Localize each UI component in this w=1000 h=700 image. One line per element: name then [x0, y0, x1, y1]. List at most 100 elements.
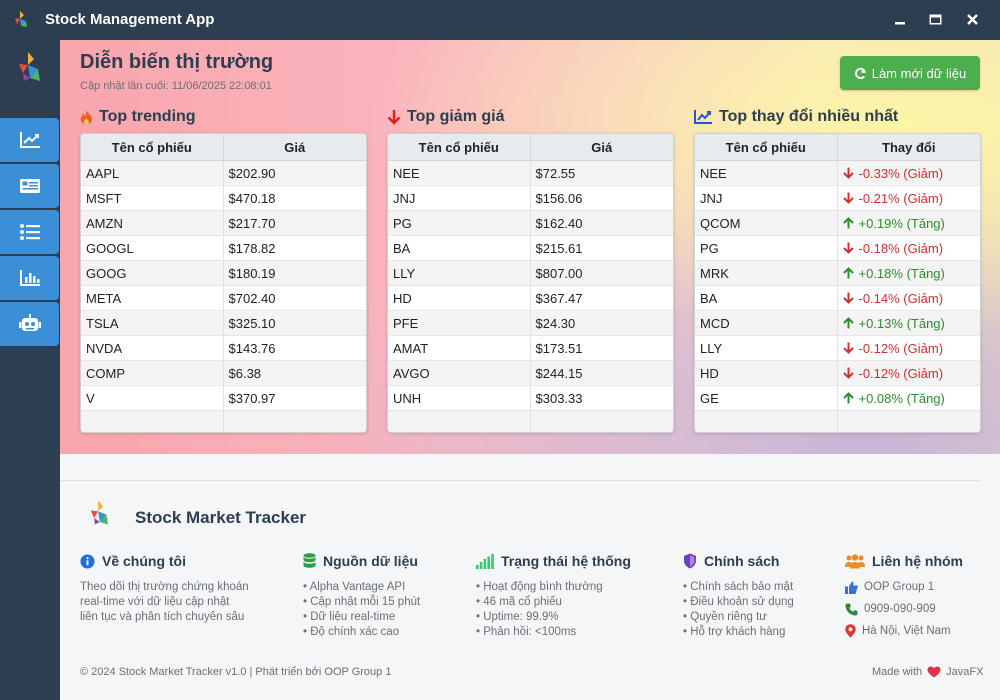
refresh-button[interactable]: Làm mới dữ liệu [840, 56, 980, 90]
footer-status-heading: Trạng thái hệ thống [476, 552, 631, 570]
contact-phone[interactable]: 0909-090-909 [845, 598, 963, 620]
trending-title: Top trending [99, 108, 196, 125]
footer-contact-title: Liên hệ nhóm [872, 553, 963, 569]
fire-icon [80, 108, 92, 124]
table-row[interactable]: AVGO $244.15 [388, 361, 673, 386]
table-row[interactable]: GOOG $180.19 [81, 261, 366, 286]
symbol-cell: COMP [81, 361, 224, 385]
table-row[interactable]: PG -0.18% (Giảm) [695, 236, 980, 261]
nav-chatbot-button[interactable] [0, 302, 59, 346]
refresh-label: Làm mới dữ liệu [871, 65, 967, 81]
table-row[interactable]: GE +0.08% (Tăng) [695, 386, 980, 411]
table-row[interactable]: AAPL $202.90 [81, 161, 366, 186]
policy-link[interactable]: • Điều khoản sử dụng [683, 595, 794, 610]
change-cell: +0.13% (Tăng) [838, 311, 981, 335]
status-line: • Hoạt động bình thường [476, 581, 603, 593]
table-row[interactable]: NEE -0.33% (Giảm) [695, 161, 980, 186]
table-row[interactable]: QCOM +0.19% (Tăng) [695, 211, 980, 236]
app-title: Stock Management App [45, 11, 215, 28]
column-header[interactable]: Tên cổ phiếu [81, 134, 224, 160]
policy-link[interactable]: • Chính sách bảo mật [683, 580, 794, 595]
arrow-up-icon [842, 317, 854, 329]
policy-link[interactable]: • Quyền riêng tư [683, 610, 794, 625]
table-row[interactable]: UNH $303.33 [388, 386, 673, 411]
contact-phone-text: 0909-090-909 [864, 603, 936, 615]
table-row[interactable]: V $370.97 [81, 386, 366, 411]
line-chart-icon [19, 132, 40, 148]
table-row[interactable]: MRK +0.18% (Tăng) [695, 261, 980, 286]
footer-status-title: Trạng thái hệ thống [501, 553, 631, 569]
table-row[interactable]: JNJ -0.21% (Giảm) [695, 186, 980, 211]
column-header[interactable]: Tên cổ phiếu [695, 134, 838, 160]
nav-market-button[interactable] [0, 118, 59, 162]
minimize-button[interactable] [889, 8, 911, 30]
close-button[interactable] [961, 8, 983, 30]
symbol-cell: NEE [388, 161, 531, 185]
footer-contact-heading: Liên hệ nhóm [845, 552, 963, 570]
table-row[interactable]: BA -0.14% (Giảm) [695, 286, 980, 311]
symbol-cell: V [81, 386, 224, 410]
table-row[interactable]: PG $162.40 [388, 211, 673, 236]
status-line: • 46 mã cổ phiếu [476, 596, 562, 608]
table-header: Tên cổ phiếu Giá [388, 134, 673, 161]
price-cell: $470.18 [228, 190, 276, 206]
price-cell: $156.06 [535, 190, 583, 206]
empty-row [388, 411, 673, 432]
table-row[interactable]: TSLA $325.10 [81, 311, 366, 336]
column-header[interactable]: Giá [224, 134, 367, 160]
maximize-button[interactable] [924, 8, 946, 30]
price-cell: $370.97 [228, 390, 276, 406]
symbol-cell: PFE [388, 311, 531, 335]
table-row[interactable]: HD $367.47 [388, 286, 673, 311]
symbol-cell: NVDA [81, 336, 224, 360]
column-header[interactable]: Giá [531, 134, 674, 160]
table-row[interactable]: NEE $72.55 [388, 161, 673, 186]
symbol-cell: AAPL [81, 161, 224, 185]
footer-source-heading: Nguồn dữ liệu [303, 552, 420, 570]
symbol-cell: AMZN [81, 211, 224, 235]
symbol-cell: HD [695, 361, 838, 385]
policy-link[interactable]: • Hỗ trợ khách hàng [683, 625, 794, 640]
arrow-down-icon [842, 242, 854, 254]
table-row[interactable]: LLY $807.00 [388, 261, 673, 286]
table-row[interactable]: HD -0.12% (Giảm) [695, 361, 980, 386]
trend-chart-icon [694, 110, 712, 124]
contact-address[interactable]: Hà Nội, Việt Nam [845, 620, 963, 642]
footer-status: Trạng thái hệ thống • Hoạt động bình thư… [476, 552, 631, 640]
table-row[interactable]: AMAT $173.51 [388, 336, 673, 361]
users-icon [845, 553, 865, 568]
table-row[interactable]: PFE $24.30 [388, 311, 673, 336]
symbol-cell: UNH [388, 386, 531, 410]
nav-list-button[interactable] [0, 210, 59, 254]
table-row[interactable]: NVDA $143.76 [81, 336, 366, 361]
price-cell: $244.15 [535, 365, 583, 381]
table-row[interactable]: MCD +0.13% (Tăng) [695, 311, 980, 336]
robot-icon [18, 314, 41, 331]
arrow-down-icon [842, 342, 854, 354]
minimize-icon [895, 22, 905, 25]
change-cell: -0.33% (Giảm) [838, 161, 981, 185]
market-overview-section: Diễn biến thị trường Cập nhật lần cuối: … [60, 40, 1000, 454]
table-row[interactable]: MSFT $470.18 [81, 186, 366, 211]
price-cell: $6.38 [228, 365, 262, 381]
table-row[interactable]: COMP $6.38 [81, 361, 366, 386]
table-row[interactable]: LLY -0.12% (Giảm) [695, 336, 980, 361]
contact-group[interactable]: OOP Group 1 [845, 576, 963, 598]
symbol-cell: META [81, 286, 224, 310]
footer-source-text: • Alpha Vantage API • Cập nhật mỗi 15 phú… [303, 580, 420, 640]
column-header[interactable]: Thay đổi [838, 134, 981, 160]
arrow-up-icon [842, 392, 854, 404]
source-line: • Alpha Vantage API [303, 581, 406, 593]
made-with-prefix: Made with [872, 666, 923, 678]
table-row[interactable]: BA $215.61 [388, 236, 673, 261]
copyright-text: © 2024 Stock Market Tracker v1.0 | Phát … [80, 666, 392, 678]
table-row[interactable]: JNJ $156.06 [388, 186, 673, 211]
table-row[interactable]: META $702.40 [81, 286, 366, 311]
column-header[interactable]: Tên cổ phiếu [388, 134, 531, 160]
nav-statistics-button[interactable] [0, 256, 59, 300]
table-row[interactable]: GOOGL $178.82 [81, 236, 366, 261]
nav-news-button[interactable] [0, 164, 59, 208]
symbol-cell: GE [695, 386, 838, 410]
table-row[interactable]: AMZN $217.70 [81, 211, 366, 236]
arrow-down-icon [842, 367, 854, 379]
